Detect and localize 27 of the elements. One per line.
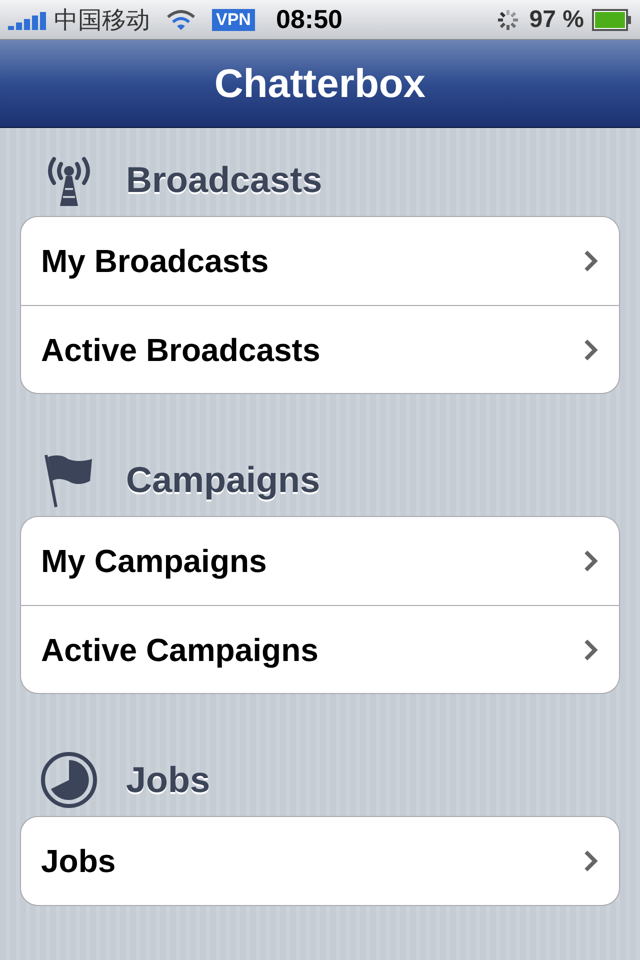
chevron-icon [583, 849, 599, 873]
wifi-icon [166, 8, 196, 30]
row-label: My Campaigns [41, 542, 267, 581]
chevron-icon [583, 338, 599, 362]
carrier-name: 中国移动 [54, 4, 150, 36]
row-label: My Broadcasts [41, 242, 269, 281]
chevron-icon [583, 638, 599, 662]
clock-icon [40, 751, 98, 809]
row-label: Jobs [41, 842, 116, 881]
table-row[interactable]: Active Campaigns [21, 605, 619, 693]
chevron-icon [583, 549, 599, 573]
table-row[interactable]: My Broadcasts [21, 217, 619, 305]
row-label: Active Broadcasts [41, 330, 320, 370]
battery-percent: 97 % [529, 4, 584, 34]
nav-title: Chatterbox [214, 60, 426, 108]
vpn-badge: VPN [212, 8, 255, 30]
section-header: Jobs [126, 758, 210, 802]
section-header: Broadcasts [126, 158, 322, 202]
table-row[interactable]: Jobs [21, 817, 619, 905]
battery-icon [592, 8, 632, 30]
row-label: Active Campaigns [41, 630, 318, 670]
chevron-icon [583, 249, 599, 273]
clock-time: 08:50 [276, 3, 342, 36]
table-row[interactable]: Active Broadcasts [21, 305, 619, 393]
signal-icon [8, 10, 46, 30]
table-row[interactable]: My Campaigns [21, 517, 619, 605]
section-header: Campaigns [126, 458, 320, 502]
